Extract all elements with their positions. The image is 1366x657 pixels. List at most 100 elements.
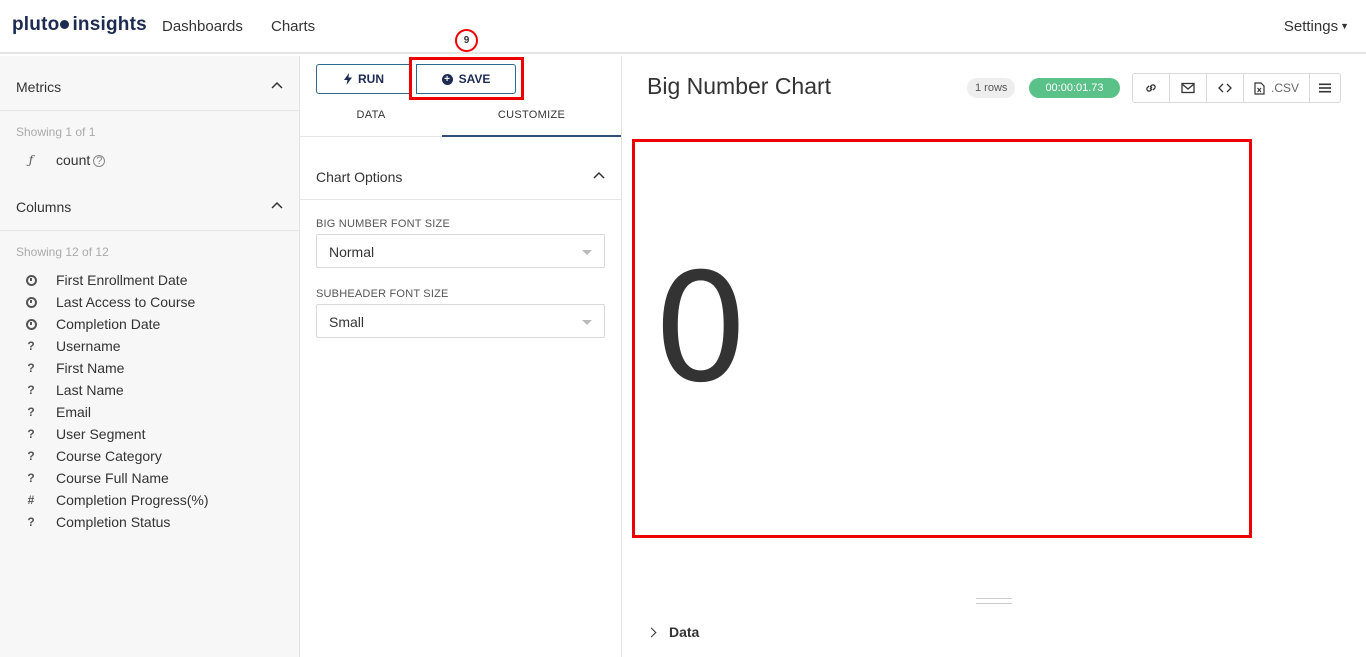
big-number-chart: 0: [632, 139, 1252, 538]
select-value: Small: [329, 314, 365, 330]
columns-title: Columns: [16, 199, 72, 215]
export-csv-button[interactable]: .CSV: [1244, 74, 1310, 102]
copy-link-button[interactable]: [1133, 74, 1170, 102]
link-icon: [1146, 84, 1156, 92]
string-type-icon: ?: [27, 427, 35, 441]
columns-section-header[interactable]: Columns: [0, 176, 299, 231]
metrics-title: Metrics: [16, 79, 62, 95]
columns-showing-count: Showing 12 of 12: [16, 245, 109, 259]
column-item[interactable]: ? Email: [0, 402, 299, 424]
plus-circle-icon: +: [441, 73, 453, 85]
help-icon[interactable]: ?: [93, 155, 106, 167]
string-type-icon: ?: [27, 383, 35, 397]
query-time-badge: 00:00:01.73: [1029, 78, 1120, 98]
string-type-icon: ?: [27, 361, 35, 375]
nav-dashboards-link[interactable]: Dashboards: [162, 18, 243, 35]
clock-icon: [25, 317, 37, 333]
code-icon: [1218, 83, 1232, 93]
string-type-icon: ?: [27, 449, 35, 463]
metric-item-count[interactable]: ƒ count?: [0, 150, 299, 172]
column-item[interactable]: # Completion Progress(%): [0, 490, 299, 512]
chevron-up-icon: [271, 201, 283, 209]
chevron-up-icon: [593, 171, 605, 179]
hamburger-icon: [1319, 83, 1331, 93]
select-value: Normal: [329, 244, 375, 260]
column-label: Username: [56, 338, 121, 354]
column-label: First Enrollment Date: [56, 272, 188, 288]
top-nav: pluto insights Dashboards Charts Settings…: [0, 0, 1366, 54]
csv-label: .CSV: [1270, 81, 1299, 95]
lightning-icon: [344, 73, 352, 85]
chart-options-title: Chart Options: [316, 169, 403, 185]
caret-down-icon: ▼: [1340, 21, 1349, 31]
control-panel: RUN + SAVE DATA CUSTOMIZE Chart Options …: [300, 56, 622, 657]
column-item[interactable]: ? Username: [0, 336, 299, 358]
subheader-font-size-select[interactable]: Small: [316, 304, 605, 338]
chevron-up-icon: [271, 81, 283, 89]
more-actions-button[interactable]: [1310, 74, 1340, 102]
tab-data[interactable]: DATA: [300, 101, 442, 137]
metrics-showing-count: Showing 1 of 1: [16, 125, 96, 139]
tab-customize[interactable]: CUSTOMIZE: [442, 101, 621, 137]
data-section-label: Data: [669, 624, 700, 640]
logo-text-pluto: pluto: [12, 14, 60, 35]
column-item[interactable]: Completion Date: [0, 314, 299, 336]
column-item[interactable]: ? Completion Status: [0, 512, 299, 534]
column-label: Course Full Name: [56, 470, 169, 486]
resize-handle[interactable]: [976, 598, 1012, 604]
big-number-font-size-select[interactable]: Normal: [316, 234, 605, 268]
mail-icon: [1181, 82, 1195, 94]
column-item[interactable]: ? First Name: [0, 358, 299, 380]
logo-text-insights: insights: [72, 14, 147, 35]
column-item[interactable]: ? Course Full Name: [0, 468, 299, 490]
clock-icon: [25, 273, 37, 289]
logo-dot: [60, 20, 70, 29]
numeric-type-icon: #: [27, 493, 35, 507]
column-label: Completion Progress(%): [56, 492, 209, 508]
metrics-section-header[interactable]: Metrics: [0, 56, 299, 111]
column-label: Last Name: [56, 382, 124, 398]
chart-title: Big Number Chart: [647, 73, 832, 99]
chart-toolbar: .CSV: [1132, 73, 1341, 103]
string-type-icon: ?: [27, 515, 35, 529]
data-section-toggle[interactable]: Data: [646, 624, 700, 640]
function-icon: ƒ: [28, 153, 34, 167]
nav-charts-link[interactable]: Charts: [271, 18, 315, 35]
chart-options-header[interactable]: Chart Options: [300, 146, 621, 200]
column-label: First Name: [56, 360, 125, 376]
save-label: SAVE: [458, 72, 491, 86]
column-label: Completion Date: [56, 316, 161, 332]
big-number-value: 0: [653, 242, 749, 416]
chevron-right-icon: [646, 627, 657, 638]
embed-code-button[interactable]: [1207, 74, 1244, 102]
caret-down-icon: [582, 320, 592, 325]
rows-badge: 1 rows: [967, 78, 1016, 98]
run-label: RUN: [358, 72, 384, 86]
column-label: Email: [56, 404, 92, 420]
column-label: Last Access to Course: [56, 294, 196, 310]
settings-menu[interactable]: Settings ▼: [1284, 18, 1349, 35]
panel-tabs: DATA CUSTOMIZE: [300, 101, 621, 137]
string-type-icon: ?: [27, 339, 35, 353]
string-type-icon: ?: [27, 471, 35, 485]
step-number-badge: 9: [455, 29, 478, 52]
column-item[interactable]: ? Course Category: [0, 446, 299, 468]
run-button[interactable]: RUN: [316, 64, 412, 94]
big-number-font-size-label: BIG NUMBER FONT SIZE: [316, 218, 450, 230]
logo[interactable]: pluto insights: [12, 14, 147, 36]
column-item[interactable]: Last Access to Course: [0, 292, 299, 314]
column-item[interactable]: ? Last Name: [0, 380, 299, 402]
column-label: Completion Status: [56, 514, 171, 530]
caret-down-icon: [582, 250, 592, 255]
subheader-font-size-label: SUBHEADER FONT SIZE: [316, 288, 449, 300]
settings-label: Settings: [1283, 18, 1339, 35]
column-label: User Segment: [56, 426, 146, 442]
column-label: Course Category: [56, 448, 162, 464]
file-excel-icon: [1254, 81, 1265, 95]
clock-icon: [25, 295, 37, 311]
column-item[interactable]: First Enrollment Date: [0, 270, 299, 292]
save-button[interactable]: + SAVE: [416, 64, 516, 94]
metric-label: count: [56, 152, 91, 168]
column-item[interactable]: ? User Segment: [0, 424, 299, 446]
share-email-button[interactable]: [1170, 74, 1207, 102]
